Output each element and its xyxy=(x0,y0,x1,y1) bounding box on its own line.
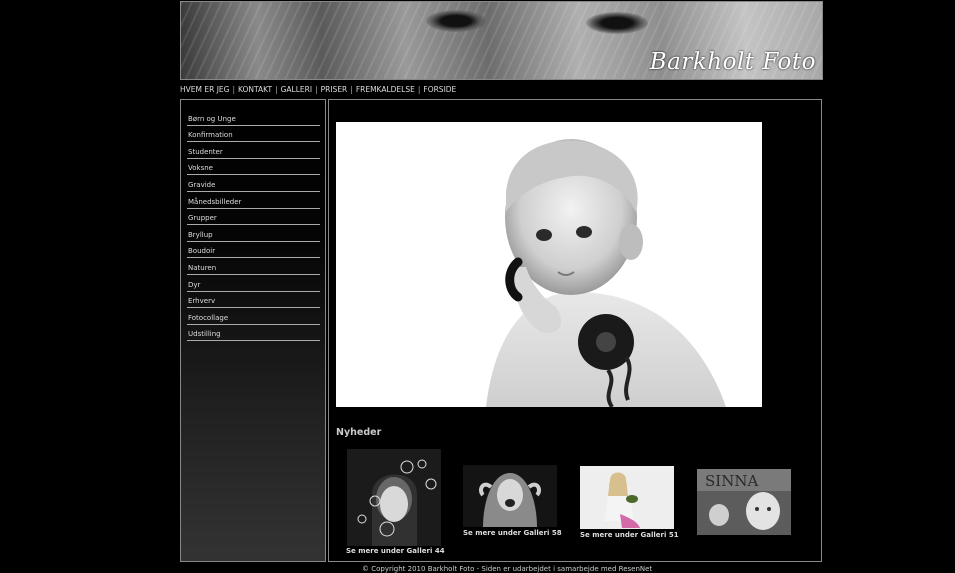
sidebar-item-fotocollage[interactable]: Fotocollage xyxy=(187,309,320,325)
nav-separator: | xyxy=(232,85,235,94)
sidebar-item-label: Studenter xyxy=(188,147,223,156)
sidebar-item-naturen[interactable]: Naturen xyxy=(187,259,320,275)
sidebar-item-gravide[interactable]: Gravide xyxy=(187,176,320,192)
sidebar: Børn og Unge Konfirmation Studenter Voks… xyxy=(180,99,326,562)
sidebar-item-grupper[interactable]: Grupper xyxy=(187,210,320,226)
nav-fremkaldelse[interactable]: FREMKALDELSE xyxy=(356,85,415,94)
banner-eye-left xyxy=(426,10,486,32)
bubbles-photo xyxy=(347,449,441,546)
news-heading: Nyheder xyxy=(336,427,382,438)
sidebar-item-boudoir[interactable]: Boudoir xyxy=(187,243,320,259)
sidebar-item-dyr[interactable]: Dyr xyxy=(187,276,320,292)
gallery-category-list: Børn og Unge Konfirmation Studenter Voks… xyxy=(181,100,325,342)
main-content: Nyheder Se mere under Galleri 44 Se mere… xyxy=(328,99,822,562)
nav-separator: | xyxy=(275,85,278,94)
laughing-woman-photo xyxy=(463,465,557,527)
sidebar-item-udstilling[interactable]: Udstilling xyxy=(187,326,320,342)
sidebar-item-erhverv[interactable]: Erhverv xyxy=(187,293,320,309)
girl-with-frog-photo xyxy=(580,466,674,529)
hero-photo-illustration xyxy=(336,122,762,407)
sidebar-item-label: Naturen xyxy=(188,263,217,272)
sidebar-item-label: Fotocollage xyxy=(188,313,229,322)
sidebar-item-label: Børn og Unge xyxy=(188,114,236,123)
nav-separator: | xyxy=(417,85,421,94)
nav-separator: | xyxy=(350,85,353,94)
nav-hvem-er-jeg[interactable]: HVEM ER JEG xyxy=(180,85,229,94)
sidebar-item-bryllup[interactable]: Bryllup xyxy=(187,226,320,242)
sidebar-item-label: Månedsbilleder xyxy=(188,197,242,206)
sidebar-item-label: Konfirmation xyxy=(188,131,233,140)
sidebar-item-konfirmation[interactable]: Konfirmation xyxy=(187,127,320,143)
sidebar-item-label: Bryllup xyxy=(188,230,213,239)
hero-photo xyxy=(336,122,762,407)
sidebar-item-voksne[interactable]: Voksne xyxy=(187,160,320,176)
sidebar-item-studenter[interactable]: Studenter xyxy=(187,143,320,159)
thumb-caption[interactable]: Se mere under Galleri 44 xyxy=(346,547,445,555)
sidebar-item-manedsbilleder[interactable]: Månedsbilleder xyxy=(187,193,320,209)
nav-kontakt[interactable]: KONTAKT xyxy=(238,85,272,94)
sidebar-item-label: Udstilling xyxy=(188,330,221,339)
brand-logo: Barkholt Foto xyxy=(649,49,816,75)
sidebar-item-label: Erhverv xyxy=(188,297,216,306)
footer-copyright: © Copyright 2010 Barkholt Foto - Siden e… xyxy=(362,565,653,573)
nav-priser[interactable]: PRISER xyxy=(321,85,348,94)
news-thumb-galleri-58[interactable] xyxy=(463,465,557,527)
thumb-caption[interactable]: Se mere under Galleri 51 xyxy=(580,531,679,539)
header-banner: Barkholt Foto xyxy=(180,1,823,80)
sidebar-item-label: Gravide xyxy=(188,180,216,189)
top-navigation: HVEM ER JEG | KONTAKT | GALLERI | PRISER | FREMK… xyxy=(180,85,456,94)
news-thumb-galleri-51[interactable] xyxy=(580,466,674,529)
news-thumb-galleri-44[interactable] xyxy=(347,449,441,546)
news-thumb-collage[interactable]: SINNA xyxy=(697,469,791,535)
collage-text: SINNA xyxy=(705,472,758,490)
banner-eye-right xyxy=(586,12,648,34)
nav-separator: | xyxy=(315,85,318,94)
sidebar-item-label: Dyr xyxy=(188,280,201,289)
nav-forside[interactable]: FORSIDE xyxy=(423,85,456,94)
sidebar-item-label: Boudoir xyxy=(188,247,216,256)
baby-collage-photo: SINNA xyxy=(697,469,791,535)
nav-galleri[interactable]: GALLERI xyxy=(281,85,312,94)
sidebar-item-label: Voksne xyxy=(188,164,213,173)
sidebar-item-label: Grupper xyxy=(188,214,217,223)
sidebar-item-born-og-unge[interactable]: Børn og Unge xyxy=(187,110,320,126)
thumb-caption[interactable]: Se mere under Galleri 58 xyxy=(463,529,562,537)
